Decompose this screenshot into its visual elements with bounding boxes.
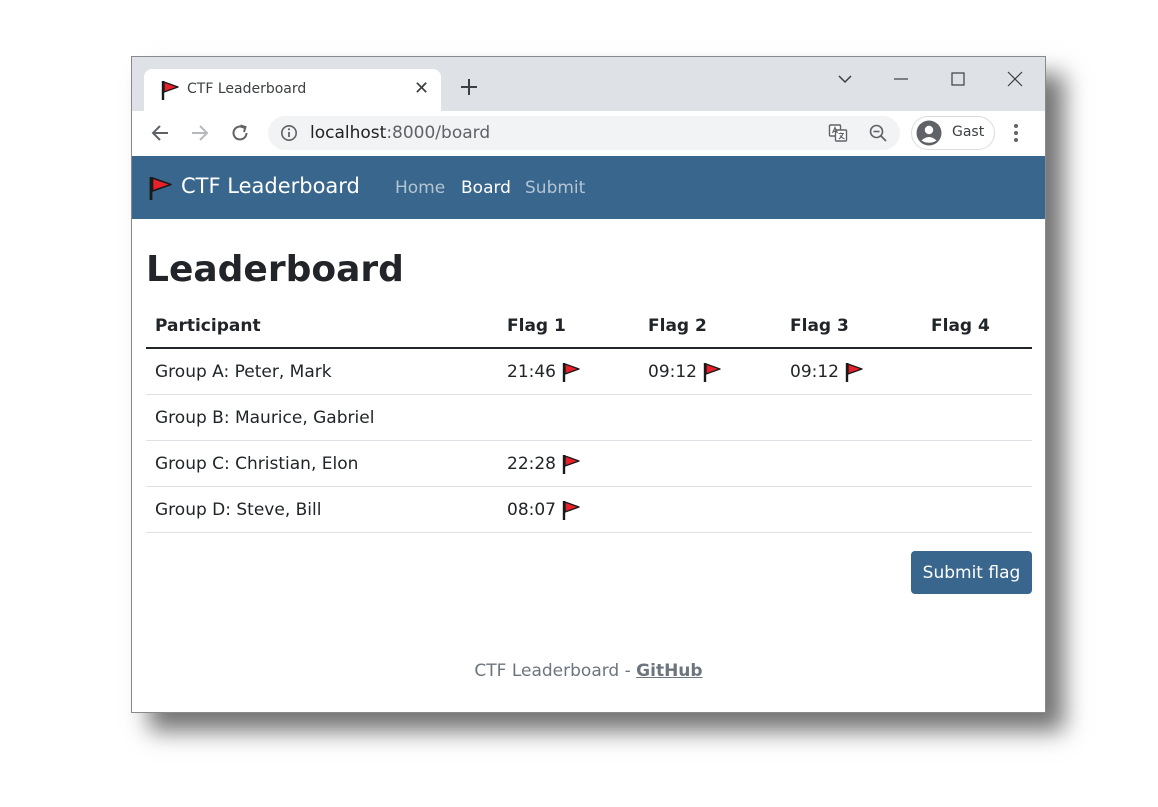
- leaderboard-table: Participant Flag 1 Flag 2 Flag 3 Flag 4 …: [146, 305, 1032, 533]
- flag-cell: [639, 486, 781, 533]
- profile-name: Gast: [952, 124, 985, 140]
- flag-time: 09:12: [790, 361, 839, 382]
- flag-captured-icon: [562, 454, 580, 474]
- page-title: Leaderboard: [146, 249, 404, 290]
- tab-title: CTF Leaderboard: [187, 81, 307, 97]
- flag-logo-icon: [149, 177, 172, 200]
- flag-cell: [781, 486, 922, 533]
- column-header: Flag 3: [781, 305, 922, 349]
- flag-captured-icon: [845, 362, 863, 382]
- flag-cell: 21:46: [498, 348, 639, 395]
- site-navbar: CTF Leaderboard Home Board Submit: [132, 156, 1045, 219]
- table-row: Group B: Maurice, Gabriel: [146, 394, 1032, 441]
- profile-button[interactable]: Gast: [911, 116, 995, 150]
- forward-arrow-icon[interactable]: [189, 122, 211, 144]
- new-tab-icon[interactable]: [457, 75, 481, 99]
- url-host: localhost: [310, 123, 387, 143]
- nav-link-board[interactable]: Board: [461, 178, 511, 198]
- table-row: Group A: Peter, Mark 21:46 09:12 09:12: [146, 348, 1032, 395]
- minimize-icon[interactable]: [891, 69, 911, 89]
- flag-time: 09:12: [648, 361, 697, 382]
- avatar-icon: [916, 120, 942, 146]
- browser-window: CTF Leaderboard ✕ localhost:8000/board G…: [131, 56, 1046, 713]
- flag-cell: [922, 440, 1032, 487]
- column-header: Flag 2: [639, 305, 781, 349]
- column-header: Flag 4: [922, 305, 1032, 349]
- column-header: Participant: [146, 305, 498, 349]
- maximize-icon[interactable]: [948, 69, 968, 89]
- address-bar[interactable]: localhost:8000/board: [268, 116, 900, 150]
- flag-captured-icon: [562, 500, 580, 520]
- tab-search-chevron-icon[interactable]: [835, 69, 855, 89]
- github-link[interactable]: GitHub: [636, 661, 702, 681]
- footer-text: CTF Leaderboard -: [474, 661, 637, 681]
- flag-cell: [922, 348, 1032, 395]
- back-arrow-icon[interactable]: [149, 122, 171, 144]
- zoom-out-icon[interactable]: [868, 123, 888, 143]
- brand-link[interactable]: CTF Leaderboard: [181, 174, 360, 198]
- flag-cell: [498, 394, 639, 441]
- participant-cell: Group C: Christian, Elon: [146, 440, 498, 487]
- flag-cell: 09:12: [781, 348, 922, 395]
- flag-cell: [922, 486, 1032, 533]
- table-row: Group C: Christian, Elon 22:28: [146, 440, 1032, 487]
- flag-time: 22:28: [507, 453, 556, 474]
- browser-toolbar: localhost:8000/board Gast: [132, 111, 1045, 157]
- flag-captured-icon: [703, 362, 721, 382]
- nav-link-home[interactable]: Home: [395, 178, 445, 198]
- table-row: Group D: Steve, Bill 08:07: [146, 486, 1032, 533]
- participant-cell: Group B: Maurice, Gabriel: [146, 394, 498, 441]
- page-footer: CTF Leaderboard - GitHub: [132, 661, 1045, 681]
- tab-close-icon[interactable]: ✕: [414, 78, 429, 100]
- flag-cell: [781, 394, 922, 441]
- tab-strip: CTF Leaderboard ✕: [132, 57, 1045, 111]
- flag-cell: [781, 440, 922, 487]
- participant-cell: Group D: Steve, Bill: [146, 486, 498, 533]
- table-header-row: Participant Flag 1 Flag 2 Flag 3 Flag 4: [146, 305, 1032, 349]
- flag-cell: 08:07: [498, 486, 639, 533]
- more-menu-icon[interactable]: [1006, 121, 1026, 145]
- flag-cell: 22:28: [498, 440, 639, 487]
- url-path: :8000/board: [386, 123, 491, 143]
- window-close-icon[interactable]: [1005, 69, 1025, 89]
- reload-icon[interactable]: [229, 122, 251, 144]
- participant-cell: Group A: Peter, Mark: [146, 348, 498, 395]
- flag-favicon-icon: [161, 81, 179, 100]
- flag-cell: [639, 440, 781, 487]
- site-info-icon[interactable]: [280, 124, 298, 142]
- flag-cell: [639, 394, 781, 441]
- browser-tab[interactable]: CTF Leaderboard ✕: [144, 69, 441, 111]
- column-header: Flag 1: [498, 305, 639, 349]
- flag-captured-icon: [562, 362, 580, 382]
- url-text[interactable]: localhost:8000/board: [310, 123, 490, 143]
- translate-icon[interactable]: [828, 123, 848, 143]
- submit-flag-button[interactable]: Submit flag: [911, 551, 1032, 594]
- flag-cell: [922, 394, 1032, 441]
- nav-link-submit[interactable]: Submit: [525, 178, 585, 198]
- flag-time: 21:46: [507, 361, 556, 382]
- flag-cell: 09:12: [639, 348, 781, 395]
- flag-time: 08:07: [507, 499, 556, 520]
